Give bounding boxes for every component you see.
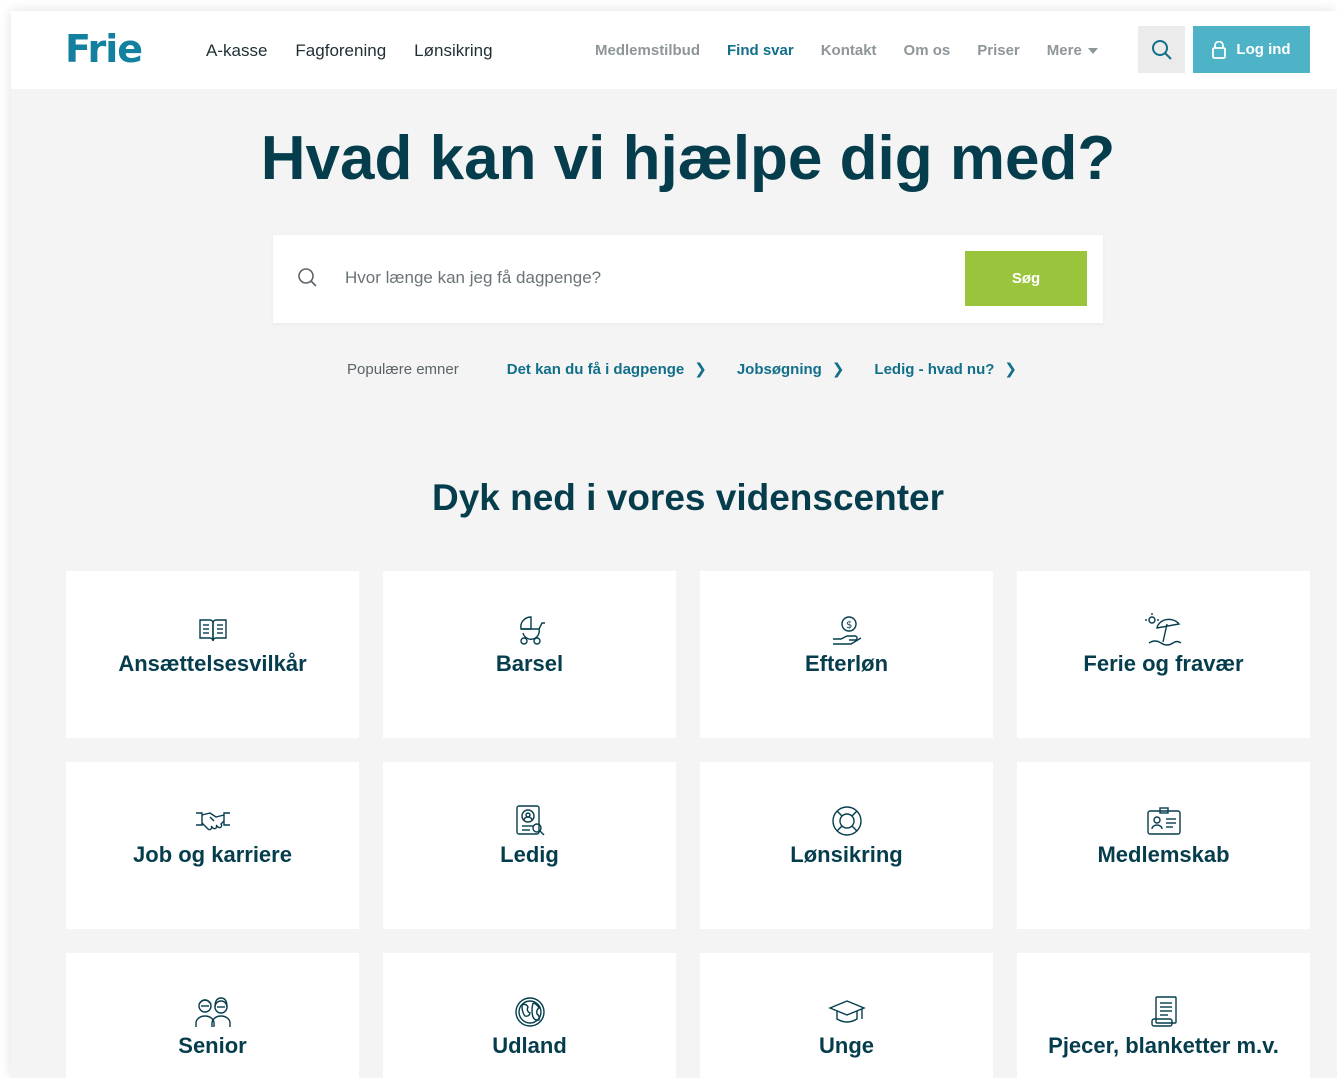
card-title: Medlemskab <box>1097 842 1230 867</box>
nav-find-svar[interactable]: Find svar <box>727 42 794 59</box>
card-title: Senior <box>178 1033 247 1058</box>
padlock-icon <box>1212 40 1227 59</box>
card-title: Efterløn <box>804 651 889 676</box>
chevron-right-icon: ❯ <box>1004 361 1017 378</box>
knowledge-grid: Ansættelsesvilkår Barsel $ Efterløn Feri… <box>66 571 1310 1078</box>
site-header: Frie A-kasse Fagforening Lønsikring Medl… <box>11 11 1337 89</box>
card-title: Ferie og fravær <box>1083 651 1244 676</box>
nav-fagforening[interactable]: Fagforening <box>295 41 386 61</box>
card-ferie-og-fravaer[interactable]: Ferie og fravær <box>1017 571 1310 738</box>
login-label: Log ind <box>1236 41 1291 58</box>
search-submit-button[interactable]: Søg <box>965 251 1087 306</box>
money-hand-icon: $ <box>832 616 861 645</box>
card-title: Ledig <box>500 842 559 867</box>
lifebuoy-icon <box>831 806 862 836</box>
id-search-icon <box>515 805 544 836</box>
globe-icon <box>514 997 545 1027</box>
card-senior[interactable]: Senior <box>66 953 359 1078</box>
book-icon <box>198 619 227 642</box>
card-title: Lønsikring <box>790 842 903 867</box>
nav-medlemstilbud[interactable]: Medlemstilbud <box>595 42 700 59</box>
page-title: Hvad kan vi hjælpe dig med? <box>260 124 1116 193</box>
popular-link-label: Det kan du få i dagpenge <box>506 360 685 378</box>
popular-link-ledig[interactable]: Ledig - hvad nu? ❯ <box>874 360 1017 379</box>
popular-link-label: Jobsøgning <box>736 360 822 378</box>
card-ledig[interactable]: Ledig <box>383 762 676 929</box>
popular-topics-label: Populære emner <box>347 360 459 378</box>
search-icon <box>1151 39 1172 60</box>
card-barsel[interactable]: Barsel <box>383 571 676 738</box>
handshake-icon <box>195 812 230 831</box>
card-title: Pjecer, blanketter m.v. <box>1048 1033 1279 1058</box>
seniors-icon <box>194 997 231 1027</box>
search-input[interactable] <box>345 263 945 293</box>
member-card-icon <box>1146 807 1181 835</box>
secondary-nav: Medlemstilbud Find svar Kontakt Om os Pr… <box>595 42 1125 59</box>
chevron-right-icon: ❯ <box>694 361 707 378</box>
main-nav: A-kasse Fagforening Lønsikring <box>206 41 493 61</box>
card-udland[interactable]: Udland <box>383 953 676 1078</box>
stroller-icon <box>519 616 545 645</box>
popular-link-label: Ledig - hvad nu? <box>874 360 995 378</box>
graduation-cap-icon <box>827 1000 866 1023</box>
document-icon <box>1150 996 1177 1027</box>
card-lonsikring[interactable]: Lønsikring <box>700 762 993 929</box>
card-job-og-karriere[interactable]: Job og karriere <box>66 762 359 929</box>
beach-umbrella-icon <box>1144 613 1181 646</box>
header-search-button[interactable] <box>1138 26 1185 73</box>
popular-link-jobsogning[interactable]: Jobsøgning ❯ <box>736 360 845 379</box>
popular-link-dagpenge[interactable]: Det kan du få i dagpenge ❯ <box>506 360 707 379</box>
card-title: Barsel <box>495 651 564 676</box>
card-title: Ansættelsesvilkår <box>118 651 307 676</box>
nav-om-os[interactable]: Om os <box>904 42 951 59</box>
nav-lonsikring[interactable]: Lønsikring <box>414 41 492 61</box>
search-icon <box>298 268 317 287</box>
svg-text:$: $ <box>846 620 852 631</box>
card-pjecer-blanketter[interactable]: Pjecer, blanketter m.v. <box>1017 953 1310 1078</box>
card-title: Udland <box>492 1033 567 1058</box>
card-efterlon[interactable]: $ Efterløn <box>700 571 993 738</box>
nav-mere-label: Mere <box>1046 42 1082 59</box>
login-button[interactable]: Log ind <box>1193 26 1310 73</box>
card-ansaettelsesvilkar[interactable]: Ansættelsesvilkår <box>66 571 359 738</box>
nav-kontakt[interactable]: Kontakt <box>821 42 877 59</box>
card-unge[interactable]: Unge <box>700 953 993 1078</box>
nav-mere[interactable]: Mere <box>1047 42 1098 59</box>
section-title: Dyk ned i vores videnscenter <box>431 477 945 518</box>
search-box: Søg <box>273 235 1103 323</box>
logo[interactable]: Frie <box>65 27 143 71</box>
card-medlemskab[interactable]: Medlemskab <box>1017 762 1310 929</box>
nav-a-kasse[interactable]: A-kasse <box>206 41 267 61</box>
caret-down-icon <box>1087 47 1098 54</box>
nav-priser[interactable]: Priser <box>977 42 1020 59</box>
card-title: Unge <box>819 1033 874 1058</box>
popular-topics: Populære emner Det kan du få i dagpenge ❯… <box>347 360 1047 379</box>
card-title: Job og karriere <box>133 842 292 867</box>
chevron-right-icon: ❯ <box>831 361 845 378</box>
page-frame: Frie A-kasse Fagforening Lønsikring Medl… <box>11 11 1337 1078</box>
